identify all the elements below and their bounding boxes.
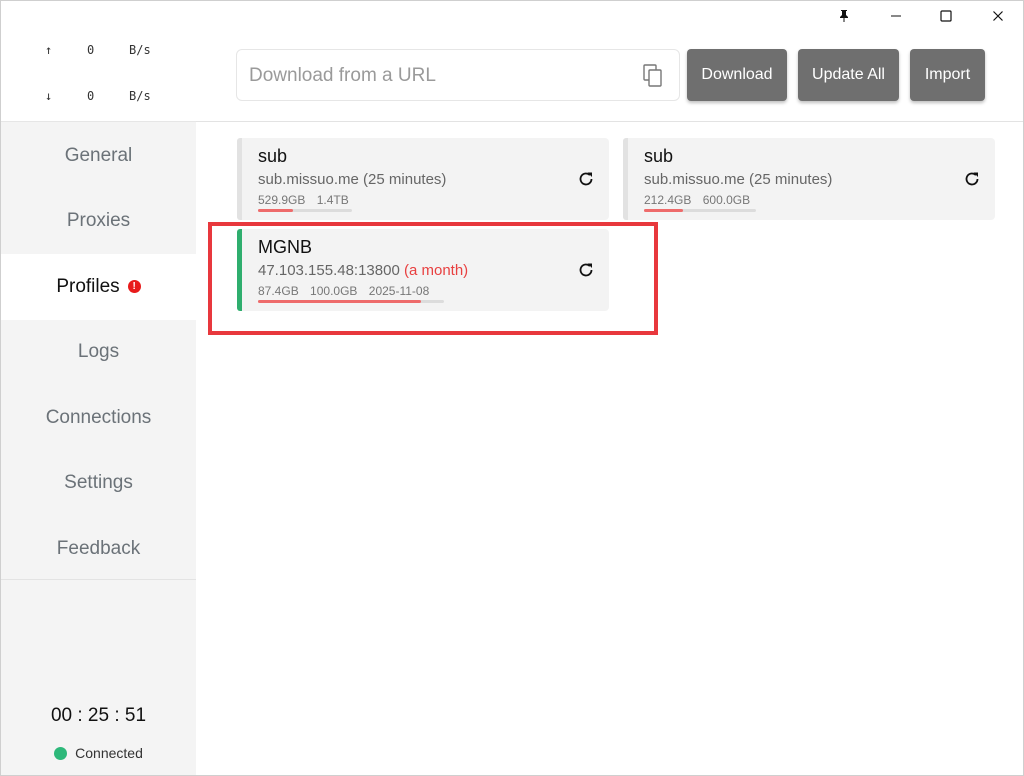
traffic-panel: ↑ 0 B/s ↓ 0 B/s xyxy=(1,31,196,122)
usage-bar-fill xyxy=(258,209,293,212)
upload-value: 0 xyxy=(87,43,95,57)
download-speed: ↓ 0 B/s xyxy=(1,89,196,109)
profile-card[interactable]: sub sub.missuo.me (25 minutes) 212.4GB 6… xyxy=(623,138,995,220)
sidebar-item-connections[interactable]: Connections xyxy=(1,385,196,451)
maximize-button[interactable] xyxy=(923,1,969,31)
profile-host: sub.missuo.me xyxy=(258,171,359,188)
sidebar-item-logs[interactable]: Logs xyxy=(1,320,196,386)
sidebar-item-label: Profiles xyxy=(56,275,120,297)
card-accent-bar xyxy=(237,138,242,220)
download-value: 0 xyxy=(87,89,95,103)
close-button[interactable] xyxy=(975,1,1021,31)
maximize-icon xyxy=(940,10,952,22)
uptime-timer: 00 : 25 : 51 xyxy=(50,705,147,726)
sidebar-item-settings[interactable]: Settings xyxy=(1,451,196,517)
sidebar-item-label: Proxies xyxy=(66,210,131,232)
download-button[interactable]: Download xyxy=(687,49,787,101)
profile-host: sub.missuo.me xyxy=(644,171,745,188)
usage-bar-fill xyxy=(644,209,684,212)
sidebar-item-profiles[interactable]: Profiles ! xyxy=(1,254,196,320)
paste-icon[interactable] xyxy=(642,64,664,88)
sidebar-item-label: Feedback xyxy=(56,537,141,559)
usage-bar xyxy=(258,209,352,212)
url-field xyxy=(236,49,680,101)
upload-speed: ↑ 0 B/s xyxy=(1,43,196,63)
minimize-button[interactable] xyxy=(873,1,919,31)
title-bar xyxy=(1,1,1023,31)
usage-bar xyxy=(644,209,756,212)
sidebar: ↑ 0 B/s ↓ 0 B/s General Proxies Profiles… xyxy=(1,31,196,775)
sidebar-item-label: General xyxy=(64,144,133,166)
profile-card[interactable]: sub sub.missuo.me (25 minutes) 529.9GB 1… xyxy=(237,138,609,220)
usage-total: 600.0GB xyxy=(702,193,751,207)
profile-usage: 529.9GB 1.4TB xyxy=(258,193,357,207)
sidebar-item-label: Logs xyxy=(77,341,120,363)
download-arrow-icon: ↓ xyxy=(45,89,53,103)
profile-name: sub xyxy=(644,146,674,166)
sidebar-item-label: Settings xyxy=(64,472,133,494)
download-unit: B/s xyxy=(129,89,151,103)
upload-unit: B/s xyxy=(129,43,151,57)
refresh-icon[interactable] xyxy=(577,170,595,188)
alert-badge-icon: ! xyxy=(127,280,141,294)
card-accent-bar xyxy=(623,138,628,220)
connection-status: Connected xyxy=(1,745,196,761)
profile-updated: (25 minutes) xyxy=(749,171,833,188)
sidebar-item-proxies[interactable]: Proxies xyxy=(1,189,196,255)
pin-icon xyxy=(840,10,848,22)
sidebar-item-label: Connections xyxy=(45,406,152,428)
url-input[interactable] xyxy=(249,64,629,88)
status-dot-icon xyxy=(54,746,68,760)
profile-name: sub xyxy=(258,146,288,166)
app-window: ↑ 0 B/s ↓ 0 B/s General Proxies Profiles… xyxy=(0,0,1024,776)
refresh-icon[interactable] xyxy=(963,170,981,188)
highlight-annotation xyxy=(208,222,658,335)
upload-arrow-icon: ↑ xyxy=(45,43,53,57)
sidebar-divider xyxy=(1,579,196,580)
status-label: Connected xyxy=(75,745,143,761)
profile-toolbar: Download Update All Import xyxy=(196,31,1023,122)
pin-button[interactable] xyxy=(821,1,867,31)
profile-url: sub.missuo.me (25 minutes) xyxy=(644,171,832,188)
usage-total: 1.4TB xyxy=(316,193,349,207)
minimize-icon xyxy=(891,15,901,17)
close-icon xyxy=(993,11,1003,21)
nav-menu: General Proxies Profiles ! Logs Connecti… xyxy=(1,123,196,582)
usage-used: 212.4GB xyxy=(644,193,692,207)
update-all-button[interactable]: Update All xyxy=(798,49,899,101)
import-button[interactable]: Import xyxy=(910,49,985,101)
usage-used: 529.9GB xyxy=(258,193,306,207)
profile-url: sub.missuo.me (25 minutes) xyxy=(258,171,446,188)
main-content: Download Update All Import sub sub.missu… xyxy=(196,31,1023,775)
profile-updated: (25 minutes) xyxy=(363,171,447,188)
sidebar-item-feedback[interactable]: Feedback xyxy=(1,516,196,582)
sidebar-item-general[interactable]: General xyxy=(1,123,196,189)
profile-usage: 212.4GB 600.0GB xyxy=(644,193,758,207)
